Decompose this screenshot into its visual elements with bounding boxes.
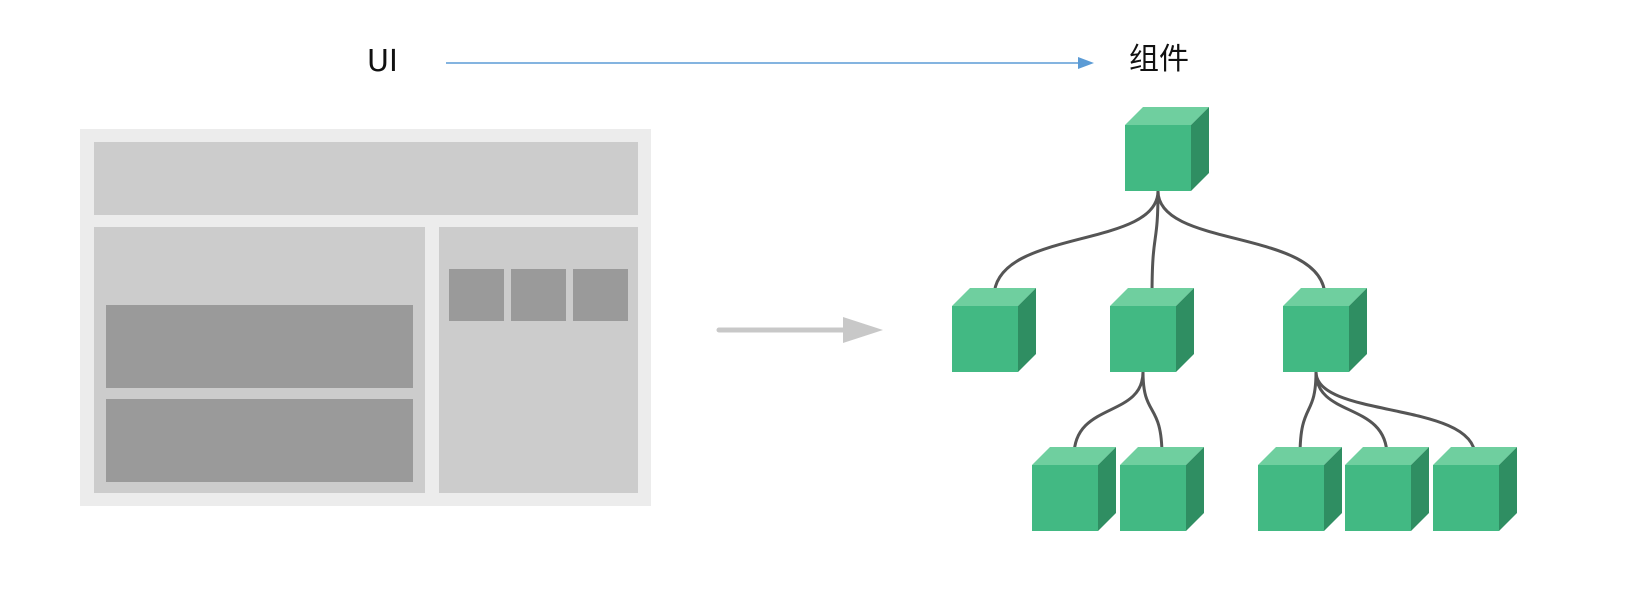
cube-front-face <box>1433 465 1499 531</box>
wireframe-content-block-2 <box>106 399 413 482</box>
component-cube-icon <box>1032 447 1116 531</box>
connector-n3-n6 <box>1298 371 1318 457</box>
connector-root-n1 <box>992 190 1160 298</box>
cube-front-face <box>1120 465 1186 531</box>
wireframe-header <box>94 142 638 215</box>
cube-front-face <box>1125 125 1191 191</box>
wireframe-side-panel <box>439 227 638 493</box>
connector-root-n3 <box>1156 190 1327 298</box>
cube-front-face <box>1283 306 1349 372</box>
ui-wireframe <box>80 129 651 506</box>
cube-front-face <box>1110 306 1176 372</box>
source-label: UI <box>367 44 398 79</box>
wireframe-thumb-3 <box>573 269 628 321</box>
component-cube-icon <box>1110 288 1194 372</box>
cube-front-face <box>952 306 1018 372</box>
root-component-cube-icon <box>1125 107 1209 191</box>
component-tree <box>952 107 1517 531</box>
wireframe-thumb-1 <box>449 269 504 321</box>
component-cube-icon <box>1345 447 1429 531</box>
component-cube-icon <box>1120 447 1204 531</box>
top-arrow-icon <box>446 57 1094 69</box>
connector-n3-n7 <box>1314 371 1389 457</box>
cube-front-face <box>1032 465 1098 531</box>
tree-nodes <box>952 107 1517 531</box>
target-label: 组件 <box>1129 42 1189 77</box>
wireframe-content-block-1 <box>106 305 413 388</box>
tree-connectors <box>992 190 1477 457</box>
component-cube-icon <box>1433 447 1517 531</box>
cube-front-face <box>1345 465 1411 531</box>
component-cube-icon <box>952 288 1036 372</box>
wireframe-thumb-2 <box>511 269 566 321</box>
connector-n2-n4 <box>1072 371 1145 457</box>
connector-n2-n5 <box>1141 371 1164 457</box>
component-cube-icon <box>1258 447 1342 531</box>
connector-n3-n8 <box>1314 371 1477 457</box>
component-cube-icon <box>1283 288 1367 372</box>
transform-arrow-icon <box>716 317 883 343</box>
cube-front-face <box>1258 465 1324 531</box>
